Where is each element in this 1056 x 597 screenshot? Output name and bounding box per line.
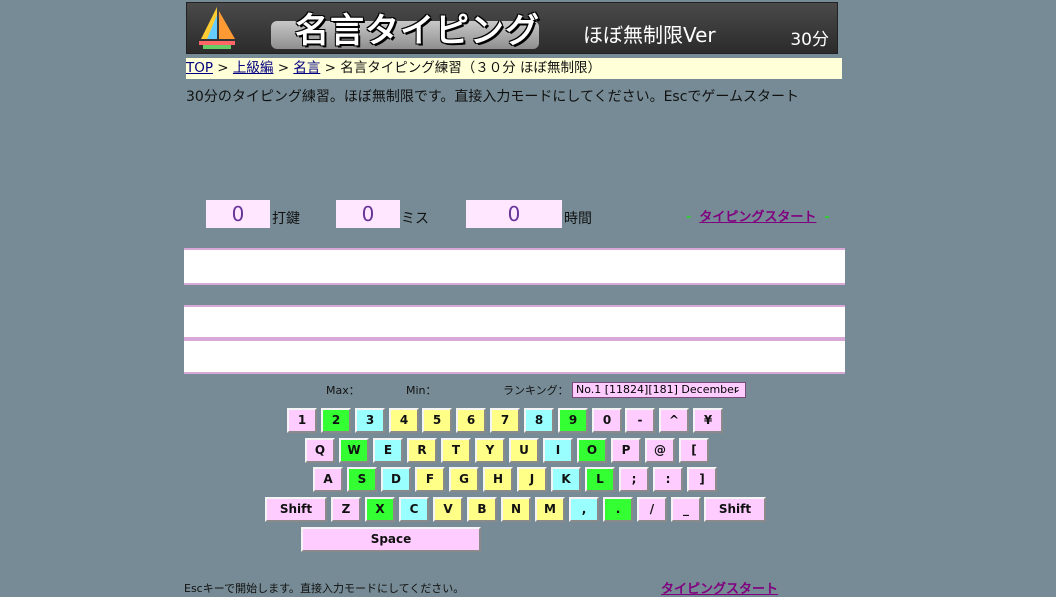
- key-5: 5: [422, 408, 452, 433]
- key-8: 8: [524, 408, 554, 433]
- romaji-display-box: [184, 339, 845, 374]
- ranking-select[interactable]: No.1 [11824][181] December ⌄: [572, 382, 746, 398]
- keystroke-label: 打鍵: [272, 211, 300, 227]
- footer-typing-start-link[interactable]: タイピングスタート: [661, 578, 778, 597]
- key-k: K: [551, 467, 581, 492]
- key-,: ,: [569, 497, 599, 522]
- key-6: 6: [456, 408, 486, 433]
- min-label: Min：: [406, 384, 437, 397]
- breadcrumb-link-quotes[interactable]: 名言: [293, 60, 320, 76]
- max-label: Max：: [326, 384, 360, 397]
- breadcrumb-current: 名言タイピング練習（３０分 ほぼ無制限）: [340, 60, 602, 76]
- time-label: 時間: [564, 211, 592, 227]
- sailboat-icon: [199, 7, 235, 49]
- key-^: ^: [659, 408, 689, 433]
- breadcrumb-separator: >: [273, 60, 294, 76]
- key-n: N: [501, 497, 531, 522]
- time-counter: 0: [466, 200, 562, 228]
- key-j: J: [517, 467, 547, 492]
- key-x: X: [365, 497, 395, 522]
- typed-display-box: [184, 305, 845, 339]
- key-i: I: [543, 438, 573, 463]
- key-p: P: [611, 438, 641, 463]
- key-3: 3: [355, 408, 385, 433]
- key-/: /: [637, 497, 667, 522]
- key-.: .: [603, 497, 633, 522]
- key-f: F: [415, 467, 445, 492]
- key-[: [: [679, 438, 709, 463]
- key-shift: Shift: [265, 497, 327, 522]
- key-1: 1: [287, 408, 317, 433]
- key-;: ;: [619, 467, 649, 492]
- key-_: _: [671, 497, 701, 522]
- key-b: B: [467, 497, 497, 522]
- key-q: Q: [305, 438, 335, 463]
- page-description: 30分のタイピング練習。ほぼ無制限です。直接入力モードにしてください。Escでゲ…: [186, 89, 799, 105]
- banner-duration: 30分: [790, 30, 829, 50]
- ranking-label: ランキング：: [503, 384, 569, 397]
- miss-counter: 0: [336, 200, 400, 228]
- breadcrumb-link-advanced[interactable]: 上級編: [233, 60, 274, 76]
- key-]: ]: [687, 467, 717, 492]
- key-g: G: [449, 467, 479, 492]
- typing-start-link[interactable]: - タイピングスタート -: [686, 206, 830, 225]
- key-a: A: [313, 467, 343, 492]
- key-r: R: [407, 438, 437, 463]
- footer-instructions: Escキーで開始します。直接入力モードにしてください。: [184, 582, 465, 595]
- key-t: T: [441, 438, 471, 463]
- banner-title: 名言タイピング: [295, 11, 540, 51]
- miss-label: ミス: [401, 211, 429, 227]
- quote-display-box: [184, 248, 845, 285]
- key-0: 0: [592, 408, 622, 433]
- typing-start-label[interactable]: タイピングスタート: [699, 210, 816, 225]
- key-w: W: [339, 438, 369, 463]
- title-banner: 名言タイピング ほぼ無制限Ver 30分: [186, 2, 838, 54]
- key-z: Z: [331, 497, 361, 522]
- bullet-icon: -: [824, 210, 830, 225]
- breadcrumb: TOP > 上級編 > 名言 > 名言タイピング練習（３０分 ほぼ無制限）: [186, 58, 842, 79]
- breadcrumb-separator: >: [320, 60, 341, 76]
- key-e: E: [373, 438, 403, 463]
- keystroke-counter: 0: [206, 200, 270, 228]
- key-d: D: [381, 467, 411, 492]
- bullet-icon: -: [686, 210, 692, 225]
- key-7: 7: [490, 408, 520, 433]
- ranking-selected-value: No.1 [11824][181] December: [576, 383, 739, 396]
- key-v: V: [433, 497, 463, 522]
- chevron-down-icon: ⌄: [732, 384, 741, 395]
- key-y: Y: [475, 438, 505, 463]
- breadcrumb-separator: >: [213, 60, 233, 76]
- key-9: 9: [558, 408, 588, 433]
- banner-subtitle: ほぼ無制限Ver: [583, 23, 716, 47]
- key-c: C: [399, 497, 429, 522]
- key-space: Space: [301, 527, 481, 552]
- key-h: H: [483, 467, 513, 492]
- key-l: L: [585, 467, 615, 492]
- key-u: U: [509, 438, 539, 463]
- key-o: O: [577, 438, 607, 463]
- key-:: :: [653, 467, 683, 492]
- key-¥: ¥: [693, 408, 723, 433]
- key-shift: Shift: [704, 497, 766, 522]
- breadcrumb-link-top[interactable]: TOP: [186, 60, 213, 76]
- key--: -: [625, 408, 655, 433]
- key-2: 2: [321, 408, 351, 433]
- key-4: 4: [389, 408, 419, 433]
- key-s: S: [347, 467, 377, 492]
- key-@: @: [645, 438, 675, 463]
- key-m: M: [535, 497, 565, 522]
